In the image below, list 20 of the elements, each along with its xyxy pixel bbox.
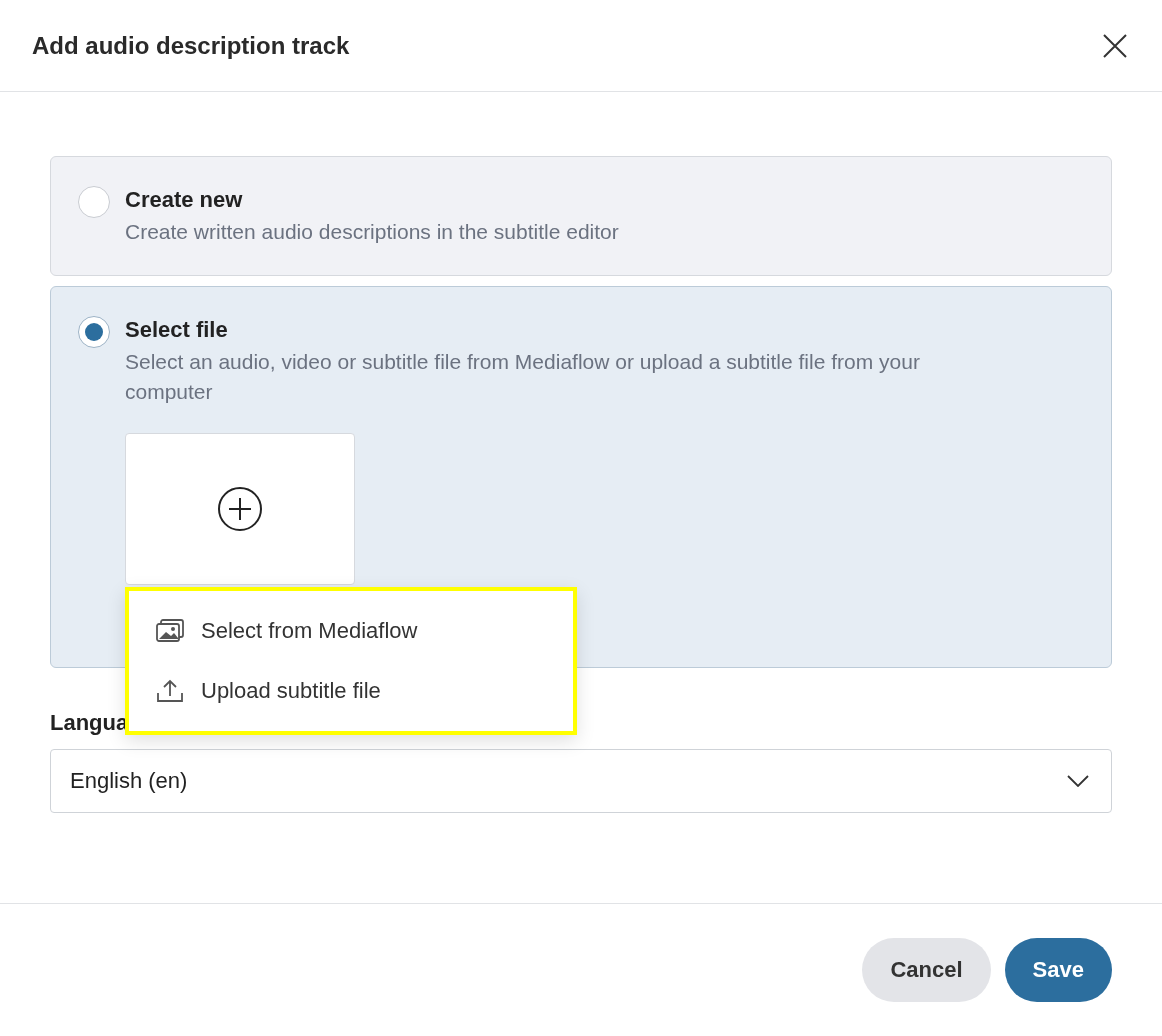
menu-item[interactable]: Upload subtitle file bbox=[129, 661, 573, 721]
radio-button[interactable] bbox=[78, 316, 110, 348]
option-title: Create new bbox=[125, 186, 244, 214]
option-description: Select an audio, video or subtitle file from Mediaflow or upload a subtitle file from your computer bbox=[125, 349, 921, 405]
cancel-button[interactable]: Cancel bbox=[862, 938, 991, 1002]
images-icon bbox=[155, 618, 185, 644]
radio-button[interactable] bbox=[78, 186, 110, 218]
option-title: Select file bbox=[125, 316, 229, 344]
language-label: Langua bbox=[50, 709, 130, 737]
menu-item[interactable]: Select from Mediaflow bbox=[129, 601, 573, 661]
option-description: Create written audio descriptions in the subtitle editor bbox=[125, 219, 619, 245]
upload-icon bbox=[155, 678, 185, 704]
close-icon[interactable] bbox=[1102, 32, 1128, 59]
add-file-tile[interactable] bbox=[125, 433, 355, 585]
language-select[interactable]: English (en) bbox=[50, 749, 1112, 813]
plus-circle-icon bbox=[217, 486, 263, 532]
dialog-title: Add audio description track bbox=[32, 31, 350, 60]
option-card[interactable]: Create new Create written audio descriptions in the subtitle editor bbox=[50, 156, 1112, 276]
save-button[interactable]: Save bbox=[1004, 938, 1112, 1002]
chevron-down-icon bbox=[1067, 775, 1089, 787]
